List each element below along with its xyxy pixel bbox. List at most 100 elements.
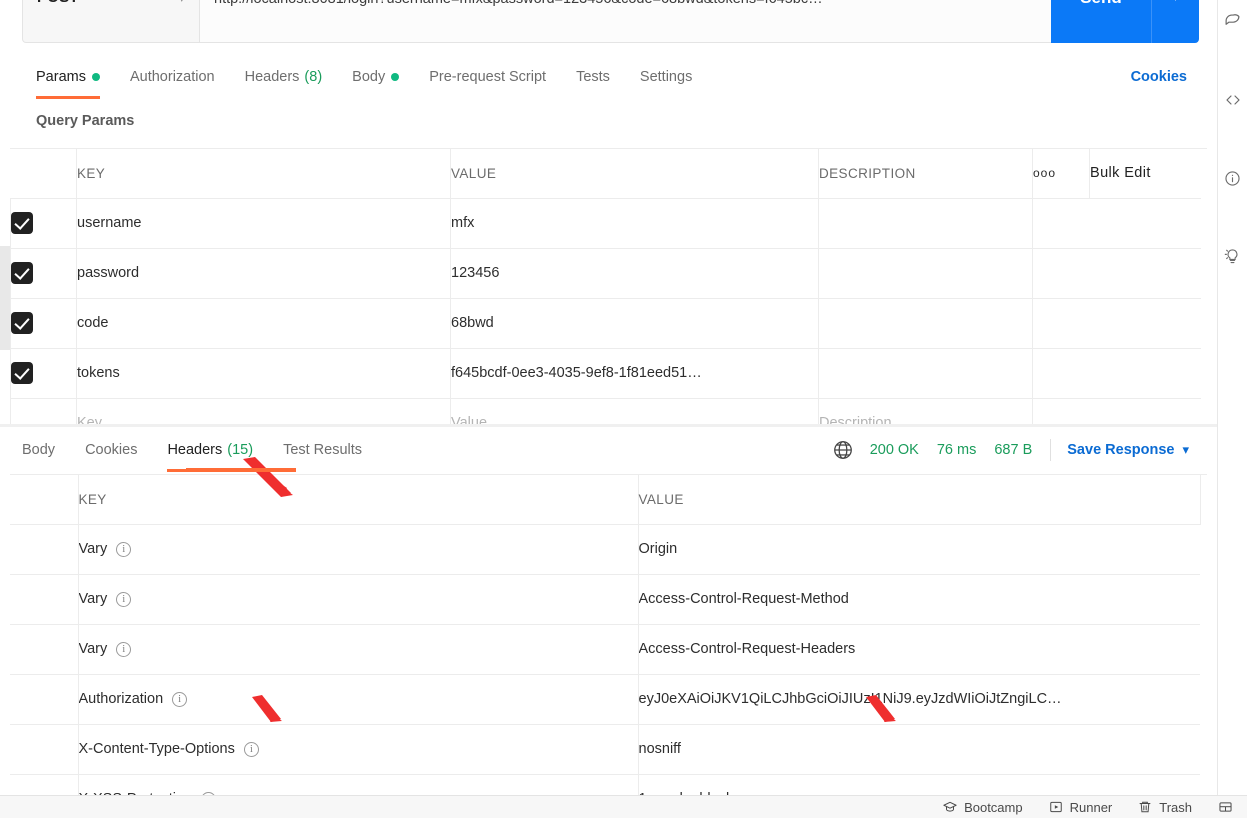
table-row: code 68bwd: [10, 298, 1201, 349]
tab-params[interactable]: Params: [36, 55, 100, 99]
response-tab-body[interactable]: Body: [22, 428, 55, 472]
tab-headers-count: (8): [304, 69, 323, 85]
tab-tests[interactable]: Tests: [576, 55, 610, 99]
param-key[interactable]: tokens: [76, 348, 451, 399]
param-value[interactable]: 68bwd: [450, 298, 819, 349]
param-description[interactable]: [818, 298, 1033, 349]
info-circle-icon[interactable]: i: [172, 692, 188, 707]
pane-splitter[interactable]: [0, 424, 1217, 427]
row-checkbox-cell[interactable]: [10, 248, 77, 299]
header-key-label: Vary: [78, 641, 108, 657]
param-key[interactable]: username: [76, 198, 451, 249]
response-size[interactable]: 687 B: [994, 442, 1032, 458]
trash-button[interactable]: Trash: [1138, 800, 1192, 815]
info-circle-icon[interactable]: i: [243, 742, 259, 757]
comment-icon[interactable]: [1223, 6, 1243, 26]
send-options-button[interactable]: ▾: [1151, 0, 1199, 43]
param-key[interactable]: code: [76, 298, 451, 349]
response-time[interactable]: 76 ms: [937, 442, 977, 458]
gutter-header: [10, 475, 79, 525]
tab-body[interactable]: Body: [352, 55, 400, 99]
info-circle-icon[interactable]: i: [116, 642, 132, 657]
table-row: username mfx: [10, 198, 1201, 249]
save-response-button[interactable]: Save Response: [1067, 442, 1174, 458]
tab-authorization[interactable]: Authorization: [130, 55, 215, 99]
table-row: Vary i Access-Control-Request-Method: [10, 574, 1200, 625]
row-checkbox-cell[interactable]: [10, 198, 77, 249]
globe-icon[interactable]: [832, 439, 854, 461]
bulk-edit-button[interactable]: Bulk Edit: [1089, 149, 1201, 199]
checkbox-checked-icon[interactable]: [11, 362, 33, 384]
tab-authorization-label: Authorization: [129, 69, 215, 85]
checkbox-checked-icon[interactable]: [11, 312, 33, 334]
layout-toggle-button[interactable]: [1218, 800, 1233, 814]
code-icon[interactable]: [1223, 90, 1243, 110]
param-value[interactable]: f645bcdf-0ee3-4035-9ef8-1f81eed51…: [450, 348, 819, 399]
response-tab-headers[interactable]: Headers (15): [167, 428, 254, 472]
response-tab-test-results-label: Test Results: [283, 442, 363, 458]
row-checkbox-cell[interactable]: [10, 298, 77, 349]
row-checkbox-cell-empty[interactable]: [10, 398, 77, 424]
response-tab-cookies-label: Cookies: [85, 442, 138, 458]
tab-pre-request-script[interactable]: Pre-request Script: [429, 55, 546, 99]
runner-button[interactable]: Runner: [1049, 799, 1113, 815]
http-method-label: POST: [37, 0, 79, 10]
response-tab-cookies[interactable]: Cookies: [85, 428, 137, 472]
new-param-key-input[interactable]: Key: [76, 398, 451, 424]
row-spacer: [1032, 398, 1201, 424]
new-param-description-input[interactable]: Description: [818, 398, 1033, 424]
header-key: X-Content-Type-Options i: [77, 724, 639, 775]
chevron-down-icon: ▾: [178, 0, 185, 10]
header-key: Vary i: [77, 574, 639, 625]
gutter-cell: [10, 774, 79, 795]
checkbox-checked-icon[interactable]: [11, 262, 33, 284]
chevron-down-icon[interactable]: ▾: [1182, 442, 1189, 458]
chevron-down-icon: ▾: [1172, 0, 1179, 8]
param-description[interactable]: [818, 348, 1033, 399]
tab-tests-label: Tests: [576, 69, 610, 85]
info-circle-icon[interactable]: i: [116, 592, 132, 607]
header-key: Vary i: [77, 624, 639, 675]
cookies-link[interactable]: Cookies: [1131, 55, 1187, 99]
lightbulb-icon[interactable]: [1223, 246, 1243, 266]
row-checkbox-cell[interactable]: [10, 348, 77, 399]
header-key: X-XSS-Protectioni: [77, 774, 639, 795]
body-modified-dot-icon: [391, 73, 400, 81]
checkbox-checked-icon[interactable]: [11, 212, 33, 234]
info-circle-icon[interactable]: i: [116, 542, 132, 557]
header-value: Access-Control-Request-Method: [637, 574, 1200, 625]
new-param-value-input[interactable]: Value: [450, 398, 819, 424]
table-row: tokens f645bcdf-0ee3-4035-9ef8-1f81eed51…: [10, 348, 1201, 399]
column-header-key: KEY: [76, 149, 451, 199]
select-all-cell[interactable]: [10, 149, 77, 199]
param-description[interactable]: [818, 198, 1033, 249]
param-value[interactable]: mfx: [450, 198, 819, 249]
http-method-select[interactable]: POST ▾: [22, 0, 200, 43]
response-tab-headers-count: (15): [227, 442, 254, 458]
url-text: http://localhost:8081/login?username=mfx…: [214, 0, 1037, 11]
gutter-cell: [10, 524, 79, 575]
query-params-table-container: KEY VALUE DESCRIPTION ooo Bulk Edit user…: [10, 148, 1207, 424]
header-value: nosniff: [637, 724, 1200, 775]
tab-headers[interactable]: Headers (8): [245, 55, 323, 99]
query-params-table: KEY VALUE DESCRIPTION ooo Bulk Edit user…: [10, 149, 1201, 424]
runner-label: Runner: [1069, 799, 1113, 815]
left-sidebar-rail: [0, 0, 10, 795]
response-tab-test-results[interactable]: Test Results: [283, 428, 362, 472]
header-key-label: Vary: [78, 591, 108, 607]
url-input[interactable]: http://localhost:8081/login?username=mfx…: [200, 0, 1052, 43]
tab-pre-request-script-label: Pre-request Script: [429, 69, 547, 85]
param-key[interactable]: password: [76, 248, 451, 299]
send-button[interactable]: Send: [1051, 0, 1151, 43]
info-circle-icon[interactable]: [1223, 168, 1243, 188]
param-value[interactable]: 123456: [450, 248, 819, 299]
tab-settings[interactable]: Settings: [640, 55, 692, 99]
response-status[interactable]: 200 OK: [870, 442, 919, 458]
response-headers-table: KEY VALUE Vary i Origin Vary i Access-Cont…: [10, 475, 1201, 795]
header-key: Authorization i: [77, 674, 639, 725]
row-spacer: [1032, 198, 1201, 249]
left-rail-scroll-thumb[interactable]: [0, 246, 10, 350]
bootcamp-button[interactable]: Bootcamp: [943, 800, 1023, 815]
more-options-icon[interactable]: ooo: [1032, 149, 1090, 199]
param-description[interactable]: [818, 248, 1033, 299]
